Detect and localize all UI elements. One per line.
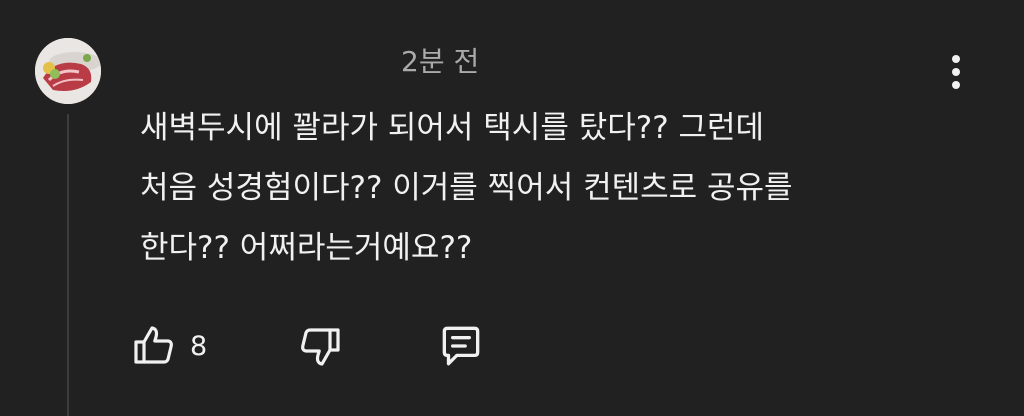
comment-text-line: 처음 성경험이다?? 이거를 찍어서 컨텐츠로 공유를 [140, 170, 793, 206]
timestamp: 2분 전 [401, 45, 480, 78]
avatar[interactable] [35, 38, 101, 104]
thumb-up-icon [130, 322, 178, 370]
comment-text: 새벽두시에 꽐라가 되어서 택시를 탔다?? 그런데 처음 성경험이다?? 이거… [140, 98, 910, 278]
menu-dot [952, 55, 960, 63]
menu-dot [952, 68, 960, 76]
dislike-button[interactable] [296, 318, 344, 374]
thread-line [67, 114, 69, 416]
like-count: 8 [190, 330, 208, 362]
comment-card: 2분 전 새벽두시에 꽐라가 되어서 택시를 탔다?? 그런데 처음 성경험이다… [0, 0, 1024, 416]
reply-comment-icon [436, 321, 486, 371]
menu-dot [952, 81, 960, 89]
reply-button[interactable] [436, 318, 486, 374]
comment-text-line: 한다?? 어쩌라는거예요?? [140, 230, 473, 266]
comment-text-line: 새벽두시에 꽐라가 되어서 택시를 탔다?? 그런데 [140, 110, 765, 146]
comment-actions: 8 [130, 318, 550, 374]
more-vert-icon[interactable] [938, 48, 974, 96]
like-button[interactable]: 8 [130, 318, 207, 374]
thumb-down-icon [296, 322, 344, 370]
